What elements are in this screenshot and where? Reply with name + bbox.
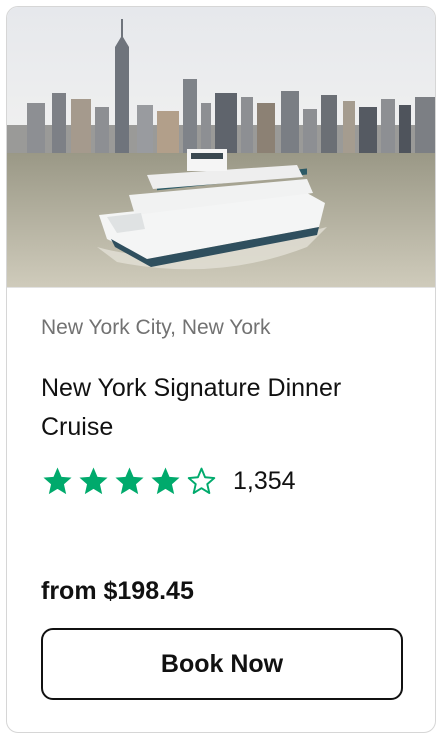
star-filled-icon [79, 466, 108, 494]
star-empty-icon [187, 467, 216, 494]
review-count[interactable]: 1,354 [233, 467, 296, 496]
product-card[interactable]: New York City, New York New York Signatu… [6, 6, 436, 733]
product-title[interactable]: New York Signature Dinner Cruise [41, 369, 411, 447]
location-label: New York City, New York [41, 316, 271, 339]
star-filled-icon [151, 466, 180, 494]
image-divider [7, 287, 435, 288]
star-filled-icon [115, 466, 144, 494]
price-label: from $198.45 [41, 577, 194, 605]
book-now-button[interactable]: Book Now [41, 628, 403, 700]
star-filled-icon [43, 466, 72, 494]
hero-image[interactable] [7, 7, 436, 287]
star-rating [41, 465, 218, 498]
rating-row: 1,354 [41, 463, 296, 499]
